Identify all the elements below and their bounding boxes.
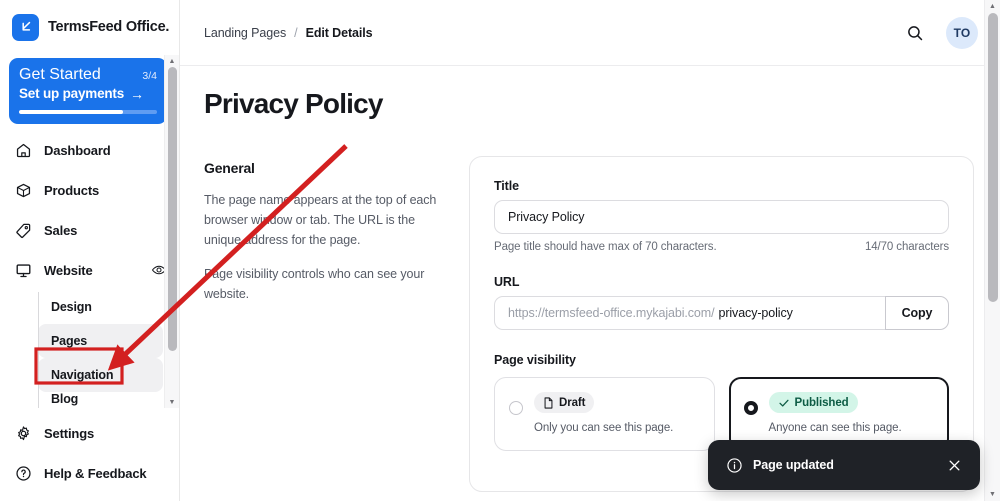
get-started-progress-track xyxy=(19,110,157,114)
sidebar-item-label: Dashboard xyxy=(44,142,111,158)
url-slug-value: privacy-policy xyxy=(718,306,793,320)
page-visibility-label: Page visibility xyxy=(494,353,576,367)
url-input[interactable]: https://termsfeed-office.mykajabi.com/ p… xyxy=(494,296,885,330)
kajabi-logo-icon xyxy=(12,13,39,41)
title-input-value: Privacy Policy xyxy=(508,210,585,224)
sidebar-scrollbar-thumb[interactable] xyxy=(168,67,177,351)
get-started-banner[interactable]: Get Started 3/4 Set up payments → xyxy=(9,58,167,124)
search-icon[interactable] xyxy=(902,20,928,46)
sidebar-item-sales[interactable]: Sales xyxy=(0,210,179,250)
scroll-up-icon[interactable]: ▲ xyxy=(985,0,1000,13)
tag-icon xyxy=(14,221,33,240)
url-field-label: URL xyxy=(494,275,520,289)
sidebar-item-label: Sales xyxy=(44,222,78,238)
sidebar-item-settings[interactable]: Settings xyxy=(0,413,179,453)
visibility-draft-description: Only you can see this page. xyxy=(534,421,674,434)
sidebar: TermsFeed Office... Get Started 3/4 Set … xyxy=(0,0,180,501)
sidebar-item-label: Products xyxy=(44,182,100,198)
visibility-option-draft[interactable]: Draft Only you can see this page. xyxy=(494,377,715,451)
scroll-up-icon[interactable]: ▲ xyxy=(165,55,179,67)
main-area: Landing Pages / Edit Details TO Privacy … xyxy=(180,0,1000,501)
avatar[interactable]: TO xyxy=(946,16,978,49)
title-input[interactable]: Privacy Policy xyxy=(494,200,949,234)
visibility-published-description: Anyone can see this page. xyxy=(768,421,902,434)
breadcrumb-separator: / xyxy=(294,25,298,40)
toast-message: Page updated xyxy=(753,458,834,472)
radio-draft[interactable] xyxy=(509,401,523,415)
topbar: Landing Pages / Edit Details TO xyxy=(180,0,1000,66)
title-character-counter: 14/70 characters xyxy=(864,241,949,253)
topbar-actions: TO xyxy=(902,16,978,49)
website-subnav: Design Pages Navigation Blog xyxy=(38,290,179,410)
sidebar-scrollbar[interactable]: ▲ ▼ xyxy=(164,55,179,408)
home-icon xyxy=(14,141,33,160)
sub-item-label: Blog xyxy=(51,392,79,406)
sidebar-item-products[interactable]: Products xyxy=(0,170,179,210)
radio-published[interactable] xyxy=(743,401,758,415)
sidebar-item-blog[interactable]: Blog xyxy=(38,392,163,410)
status-badge-label: Published xyxy=(794,396,849,409)
get-started-label: Get Started xyxy=(19,66,101,83)
document-icon xyxy=(543,396,554,409)
primary-nav: Dashboard Products Sales Website Design … xyxy=(0,124,179,410)
general-description-column: General The page name appears at the top… xyxy=(204,156,439,501)
main-scrollbar[interactable]: ▲ ▼ xyxy=(984,0,1000,501)
url-prefix: https://termsfeed-office.mykajabi.com/ xyxy=(508,306,715,320)
brand[interactable]: TermsFeed Office... xyxy=(0,0,179,52)
sidebar-item-dashboard[interactable]: Dashboard xyxy=(0,130,179,170)
sidebar-item-navigation[interactable]: Navigation xyxy=(38,358,163,392)
breadcrumb-current: Edit Details xyxy=(305,25,373,40)
get-started-progress-fill xyxy=(19,110,123,114)
sidebar-item-label: Help & Feedback xyxy=(44,465,147,481)
page-content: Privacy Policy General The page name app… xyxy=(180,66,1000,501)
breadcrumb: Landing Pages / Edit Details xyxy=(204,25,373,40)
sub-item-label: Design xyxy=(51,300,92,314)
general-paragraph-2: Page visibility controls who can see you… xyxy=(204,267,425,301)
sidebar-item-help-feedback[interactable]: Help & Feedback xyxy=(0,453,179,493)
check-icon xyxy=(778,397,790,409)
copy-url-button[interactable]: Copy xyxy=(885,296,949,330)
sub-item-label: Navigation xyxy=(51,368,114,382)
title-field-label: Title xyxy=(494,179,519,193)
sidebar-item-design[interactable]: Design xyxy=(38,290,163,324)
app-root: TermsFeed Office... Get Started 3/4 Set … xyxy=(0,0,1000,501)
status-badge-published: Published xyxy=(768,392,858,413)
monitor-icon xyxy=(14,261,33,280)
sidebar-item-label: Settings xyxy=(44,425,95,441)
status-badge-draft: Draft xyxy=(534,392,595,413)
title-helper-text: Page title should have max of 70 charact… xyxy=(494,241,717,253)
avatar-initials: TO xyxy=(953,25,971,40)
sidebar-item-website[interactable]: Website xyxy=(0,250,179,290)
section-heading-general: General xyxy=(204,160,255,176)
get-started-title: Set up payments xyxy=(19,86,125,101)
status-badge-label: Draft xyxy=(559,396,586,409)
info-circle-icon xyxy=(726,457,743,474)
toast-notification: Page updated xyxy=(708,440,980,490)
brand-name: TermsFeed Office... xyxy=(48,19,169,35)
get-started-count: 3/4 xyxy=(142,70,157,82)
question-circle-icon xyxy=(14,464,33,483)
box-icon xyxy=(14,181,33,200)
main-scrollbar-thumb[interactable] xyxy=(988,13,998,302)
general-paragraph-1: The page name appears at the top of each… xyxy=(204,193,437,247)
scroll-down-icon[interactable]: ▼ xyxy=(165,396,179,408)
sidebar-item-pages[interactable]: Pages xyxy=(38,324,163,358)
page-title: Privacy Policy xyxy=(204,88,384,119)
arrow-right-icon: → xyxy=(130,85,144,102)
sub-item-label: Pages xyxy=(51,334,88,348)
gear-icon xyxy=(14,424,33,443)
scroll-down-icon[interactable]: ▼ xyxy=(985,488,1000,501)
close-icon[interactable] xyxy=(944,455,964,475)
sidebar-bottom-nav: Settings Help & Feedback xyxy=(0,413,179,493)
breadcrumb-parent[interactable]: Landing Pages xyxy=(204,26,286,40)
sidebar-item-label: Website xyxy=(44,262,93,278)
